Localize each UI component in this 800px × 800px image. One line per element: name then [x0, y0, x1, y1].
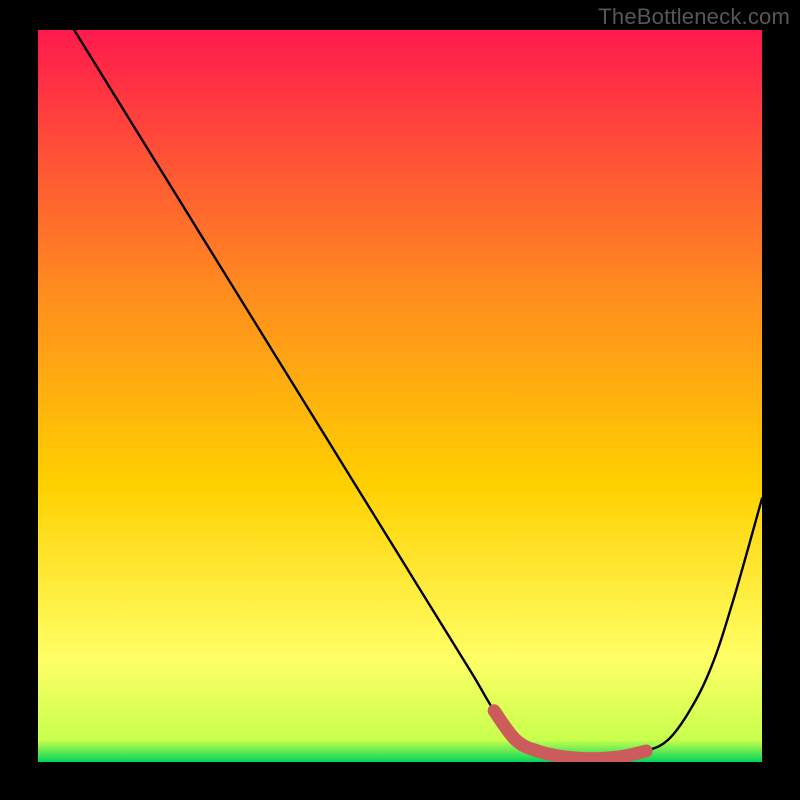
plot-area [38, 30, 762, 762]
chart-container: TheBottleneck.com [0, 0, 800, 800]
gradient-background [38, 30, 762, 762]
chart-svg [38, 30, 762, 762]
watermark-text: TheBottleneck.com [598, 4, 790, 30]
